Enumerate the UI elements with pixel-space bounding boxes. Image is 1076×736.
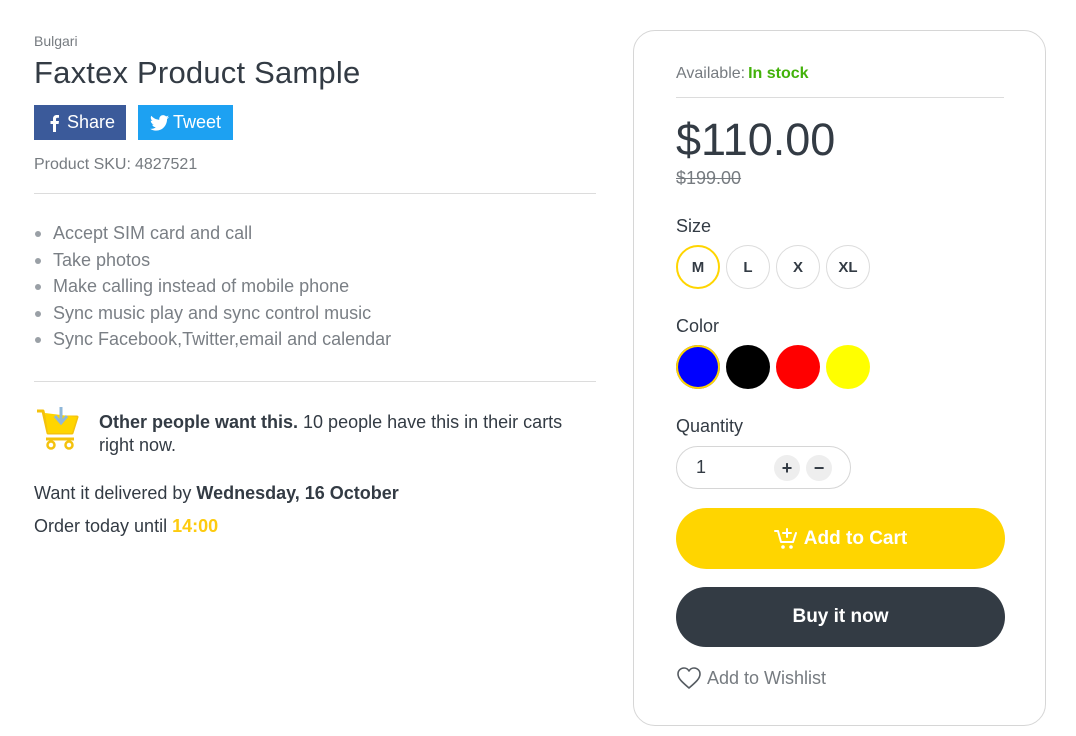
product-vendor[interactable]: Bulgari xyxy=(34,32,596,50)
buy-now-button[interactable]: Buy it now xyxy=(676,587,1005,647)
add-to-wishlist-link[interactable]: Add to Wishlist xyxy=(676,666,1004,690)
add-to-cart-label: Add to Cart xyxy=(803,527,908,549)
twitter-tweet-button[interactable]: Tweet xyxy=(138,105,233,140)
delivery-prefix: Want it delivered by xyxy=(34,482,197,503)
size-option-m[interactable]: M xyxy=(676,245,720,289)
color-swatch-blue[interactable] xyxy=(676,345,720,389)
feature-item: Take photos xyxy=(34,247,596,274)
facebook-icon xyxy=(45,113,63,133)
color-options xyxy=(676,345,1004,389)
heart-icon xyxy=(677,667,701,689)
facebook-share-button[interactable]: Share xyxy=(34,105,126,140)
feature-item: Accept SIM card and call xyxy=(34,220,596,247)
color-swatch-black[interactable] xyxy=(726,345,770,389)
size-label: Size xyxy=(676,216,712,236)
size-options: M L X XL xyxy=(676,245,1004,289)
product-info: Bulgari Faxtex Product Sample Share Twee… xyxy=(34,32,596,537)
product-price: $110.00 xyxy=(676,114,836,165)
sku-label: Product SKU: xyxy=(34,156,131,173)
compare-price: $199.00 xyxy=(676,168,742,188)
twitter-icon xyxy=(149,113,169,133)
add-to-cart-button[interactable]: Add to Cart xyxy=(676,508,1005,569)
cart-add-icon xyxy=(773,527,797,549)
feature-item: Make calling instead of mobile phone xyxy=(34,273,596,300)
product-title: Faxtex Product Sample xyxy=(34,55,361,90)
quantity-decrease-button[interactable]: − xyxy=(806,455,832,481)
buy-box: Available: In stock $110.00 $199.00 Size … xyxy=(633,30,1046,726)
share-buttons: Share Tweet xyxy=(34,105,596,140)
feature-item: Sync Facebook,Twitter,email and calendar xyxy=(34,326,596,353)
order-prefix: Order today until xyxy=(34,515,173,536)
quantity-input[interactable]: 1 xyxy=(696,457,706,478)
divider xyxy=(34,193,596,194)
social-proof-text: Other people want this. 10 people have t… xyxy=(99,411,589,457)
sku-value: 4827521 xyxy=(134,156,198,173)
twitter-tweet-label: Tweet xyxy=(173,112,222,132)
delivery-date: Wednesday, 16 October xyxy=(196,482,399,503)
stock-status: In stock xyxy=(748,65,809,82)
divider xyxy=(676,97,1004,98)
quantity-label: Quantity xyxy=(676,416,744,436)
feature-item: Sync music play and sync control music xyxy=(34,300,596,327)
product-sku: Product SKU: 4827521 xyxy=(34,156,596,174)
availability-label: Available: xyxy=(676,65,746,82)
color-swatch-red[interactable] xyxy=(776,345,820,389)
delivery-estimate: Want it delivered by Wednesday, 16 Octob… xyxy=(34,483,596,504)
quantity-increase-button[interactable]: + xyxy=(774,455,800,481)
order-time: 14:00 xyxy=(172,515,219,536)
availability: Available: In stock xyxy=(676,65,1004,85)
wishlist-label: Add to Wishlist xyxy=(707,667,827,688)
color-label: Color xyxy=(676,316,720,336)
quantity-stepper: 1 + − xyxy=(676,446,851,489)
cart-download-icon xyxy=(37,406,79,450)
feature-list: Accept SIM card and call Take photos Mak… xyxy=(34,220,596,353)
color-swatch-yellow[interactable] xyxy=(826,345,870,389)
size-option-l[interactable]: L xyxy=(726,245,770,289)
facebook-share-label: Share xyxy=(66,112,115,132)
social-proof: Other people want this. 10 people have t… xyxy=(34,403,596,457)
order-cutoff: Order today until 14:00 xyxy=(34,516,596,537)
divider xyxy=(34,380,596,382)
size-option-x[interactable]: X xyxy=(776,245,820,289)
size-option-xl[interactable]: XL xyxy=(826,245,870,289)
social-proof-bold: Other people want this. xyxy=(99,411,299,432)
